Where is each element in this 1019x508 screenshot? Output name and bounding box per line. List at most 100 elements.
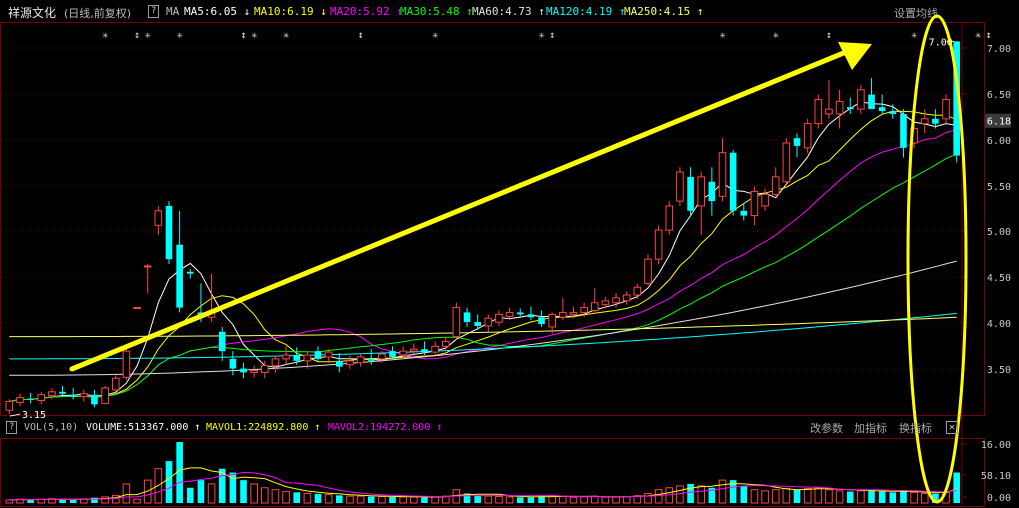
candle-body-up	[580, 307, 588, 313]
candle-body-up	[410, 348, 418, 352]
volume-bar-up	[569, 496, 578, 504]
volume-bar-up	[782, 488, 791, 504]
volume-bar-up	[399, 496, 407, 504]
volume-bar-down	[197, 480, 205, 503]
close-icon[interactable]: ×	[946, 421, 959, 434]
volume-bar-down	[878, 491, 886, 503]
event-marker-icon: ↕	[358, 30, 364, 41]
volume-bar-up	[133, 498, 141, 504]
volume-bar-up	[601, 496, 610, 504]
candle-body-up	[771, 176, 780, 195]
candle-body-up	[5, 400, 14, 411]
candle-body-up	[942, 98, 950, 120]
candle-body-up	[835, 100, 844, 115]
candle-body-down	[463, 312, 471, 323]
volume-bar-up	[431, 496, 439, 504]
candle-body-up	[48, 391, 56, 397]
candle-body-down	[740, 210, 748, 216]
volume-bar-up	[324, 494, 333, 504]
change-params-button[interactable]: 改参数	[810, 420, 843, 436]
candle-body-up	[857, 89, 865, 110]
candle-body-up	[441, 340, 450, 347]
volume-bar-up	[260, 487, 269, 504]
add-indicator-button[interactable]: 加指标	[854, 420, 887, 436]
event-marker-icon: ✳	[975, 30, 981, 41]
candle-body-down	[59, 391, 66, 394]
candle-body-down	[165, 205, 173, 260]
candle-body-up	[101, 387, 109, 404]
volume-bar-up	[580, 496, 588, 504]
price-axis-label: 3.50	[987, 365, 1011, 376]
candle-body-up	[356, 356, 365, 364]
candle-body-up	[260, 365, 269, 373]
candle-body-down	[421, 349, 428, 353]
event-marker-icon: ↕	[826, 30, 832, 41]
volume-bar-up	[271, 489, 280, 504]
volume-axis-label: 0.00	[987, 493, 1011, 504]
volume-bar-up	[612, 496, 620, 504]
candle-body-down	[932, 118, 939, 124]
volume-bar-down	[527, 497, 535, 503]
candle-body-down	[91, 394, 98, 405]
volume-bar-up	[590, 495, 599, 504]
candle-body-up	[303, 354, 312, 362]
volume-bar-up	[122, 483, 131, 504]
volume-bar-down	[474, 495, 481, 503]
candle-body-up	[282, 354, 290, 360]
candle-body-up	[378, 353, 386, 360]
volume-value: VOLUME:513367.000 ↑	[86, 422, 201, 433]
volume-help-button[interactable]: ?	[6, 421, 18, 434]
volume-bar-down	[516, 497, 524, 503]
event-marker-icon: ↕	[986, 30, 992, 41]
volume-bar-up	[750, 489, 759, 504]
switch-indicator-button[interactable]: 换指标	[899, 420, 932, 436]
volume-bar-up	[346, 495, 354, 504]
candle-body-up	[633, 286, 642, 296]
event-marker-icon: ✳	[283, 30, 289, 41]
candle-body-up	[452, 307, 461, 338]
event-marker-icon: ↕	[134, 30, 140, 41]
candle-body-up	[495, 313, 503, 323]
trend-arrow-head	[838, 42, 872, 70]
candle-body-up	[122, 350, 131, 378]
candle-body-up	[133, 307, 141, 310]
volume-bar-up	[654, 489, 663, 504]
candle-body-down	[538, 317, 545, 325]
price-axis-label: 6.50	[987, 90, 1011, 101]
candle-body-down	[367, 358, 375, 361]
volume-bar-up	[676, 485, 684, 504]
candle-body-up	[143, 265, 152, 268]
volume-bar-up	[910, 491, 918, 504]
candle-body-up	[814, 98, 823, 125]
volume-bar-down	[165, 461, 173, 503]
volume-bar-down	[687, 483, 694, 503]
volume-bar-up	[814, 487, 823, 504]
candle-body-up	[559, 311, 567, 318]
volume-bar-down	[953, 472, 960, 503]
event-marker-icon: ↕	[549, 30, 555, 41]
candle-body-down	[389, 351, 396, 357]
event-marker-icon: ✳	[539, 30, 545, 41]
volume-bar-up	[207, 483, 216, 504]
event-marker-icon: ✳	[719, 30, 725, 41]
mavol1-value: MAVOL1:224892.800 ↑	[206, 422, 321, 433]
volume-bar-down	[336, 495, 343, 503]
volume-bar-up	[5, 499, 14, 504]
candle-body-up	[654, 229, 663, 260]
candle-body-up	[782, 142, 791, 183]
volume-indicator-name: VOL(5,10)	[24, 422, 79, 433]
volume-bar-up	[559, 495, 567, 504]
volume-bar-down	[740, 485, 748, 503]
candle-body-up	[825, 108, 833, 115]
candle-body-down	[708, 181, 716, 202]
volume-bar-up	[303, 492, 312, 504]
volume-axis-label: 58.10	[981, 471, 1011, 482]
ma5-line	[9, 101, 957, 402]
volume-bar-up	[495, 496, 503, 504]
volume-bar-down	[314, 493, 322, 503]
volume-bar-down	[889, 492, 897, 503]
volume-bar-down	[421, 497, 428, 503]
price-axis-label: 7.00	[987, 44, 1011, 55]
candle-body-up	[399, 350, 407, 356]
volume-bar-down	[367, 496, 375, 503]
